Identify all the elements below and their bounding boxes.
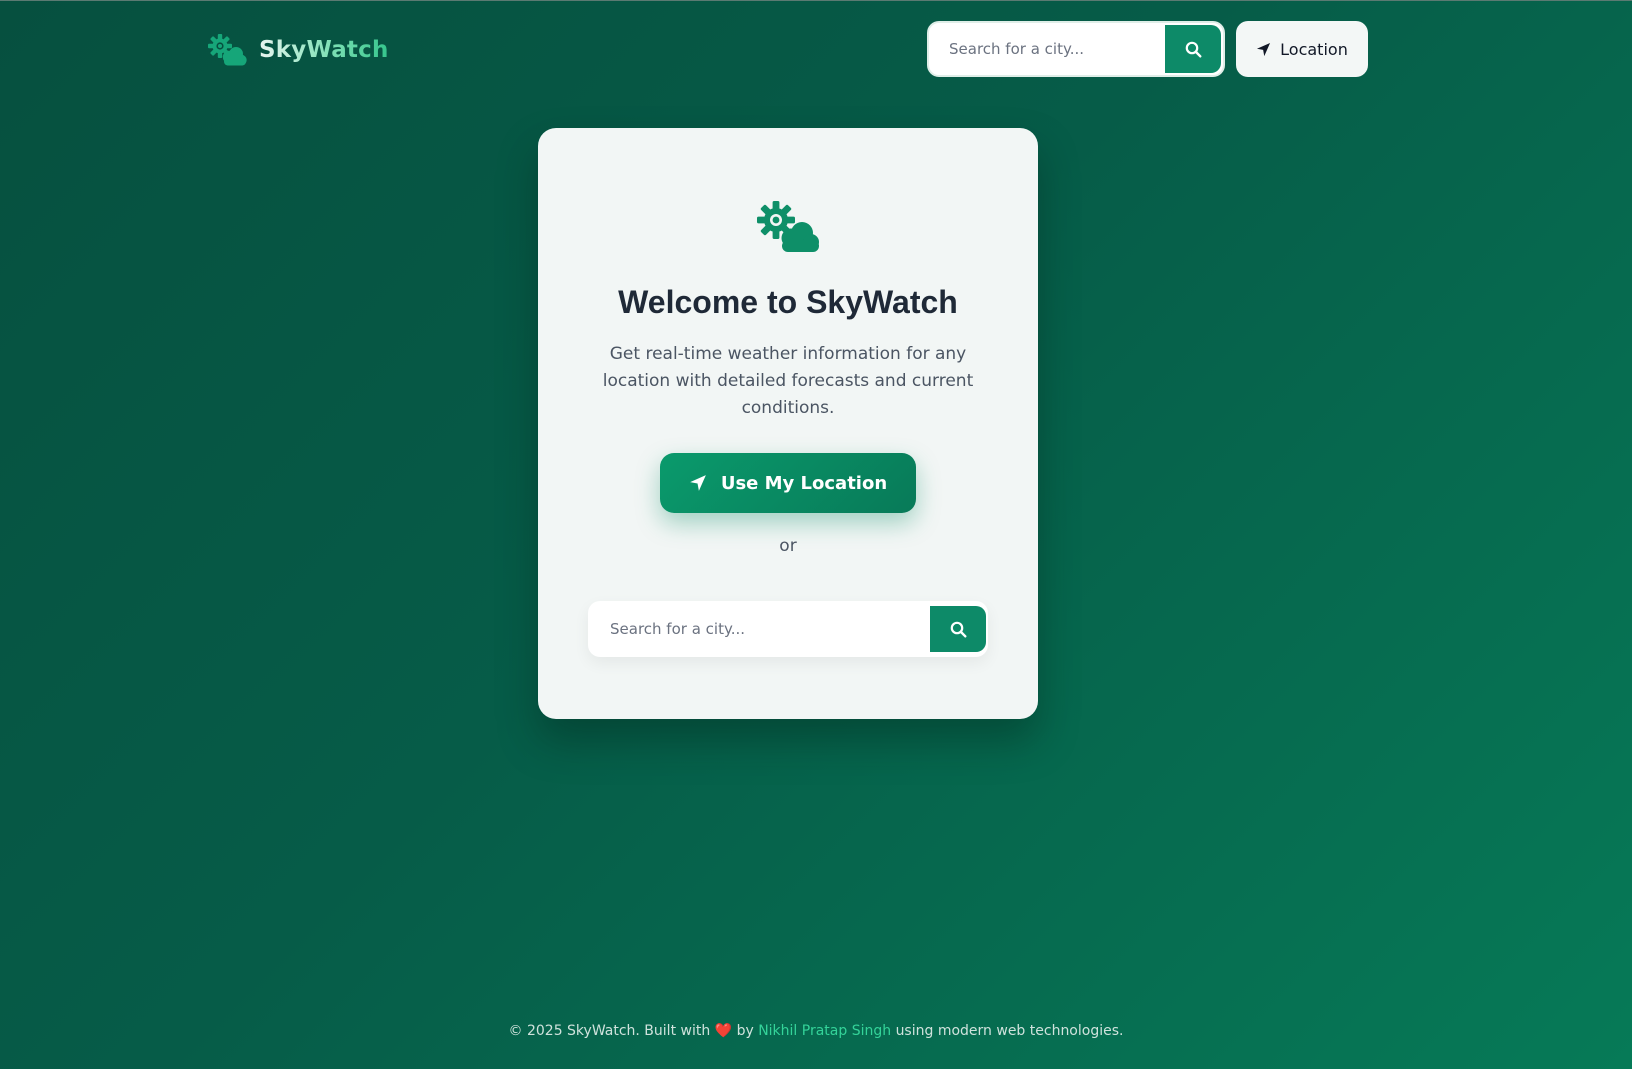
brand[interactable]: SkyWatch [207,31,389,69]
brand-name: SkyWatch [259,37,389,63]
welcome-title: Welcome to SkyWatch [618,284,958,320]
location-arrow-icon [689,475,706,491]
card-search-button[interactable] [930,606,986,652]
header-search-button[interactable] [1165,25,1221,73]
card-search-input[interactable] [588,601,928,657]
footer: © 2025 SkyWatch. Built with ❤️ by Nikhil… [0,1023,1632,1039]
or-divider-text: or [779,536,797,556]
footer-copyright: © 2025 SkyWatch. Built with [508,1023,711,1039]
search-icon [1185,41,1202,58]
footer-suffix: using modern web technologies. [895,1023,1124,1039]
welcome-description: Get real-time weather information for an… [602,344,974,418]
header: SkyWatch Location [0,1,1632,99]
location-arrow-icon [1257,42,1271,56]
heart-icon: ❤️ [714,1023,733,1039]
footer-by: by [736,1023,754,1039]
card-search-box [588,601,988,657]
header-search-box [927,21,1225,77]
sun-cloud-icon [208,34,247,66]
header-search-input[interactable] [929,23,1167,75]
header-location-button[interactable]: Location [1236,21,1368,77]
welcome-card: Welcome to SkyWatch Get real-time weathe… [538,128,1038,719]
header-location-label: Location [1280,39,1348,59]
use-my-location-button[interactable]: Use My Location [660,453,916,513]
use-my-location-label: Use My Location [720,472,888,494]
sun-cloud-icon [757,201,819,252]
author-link[interactable]: Nikhil Pratap Singh [758,1023,891,1039]
search-icon [950,621,967,638]
